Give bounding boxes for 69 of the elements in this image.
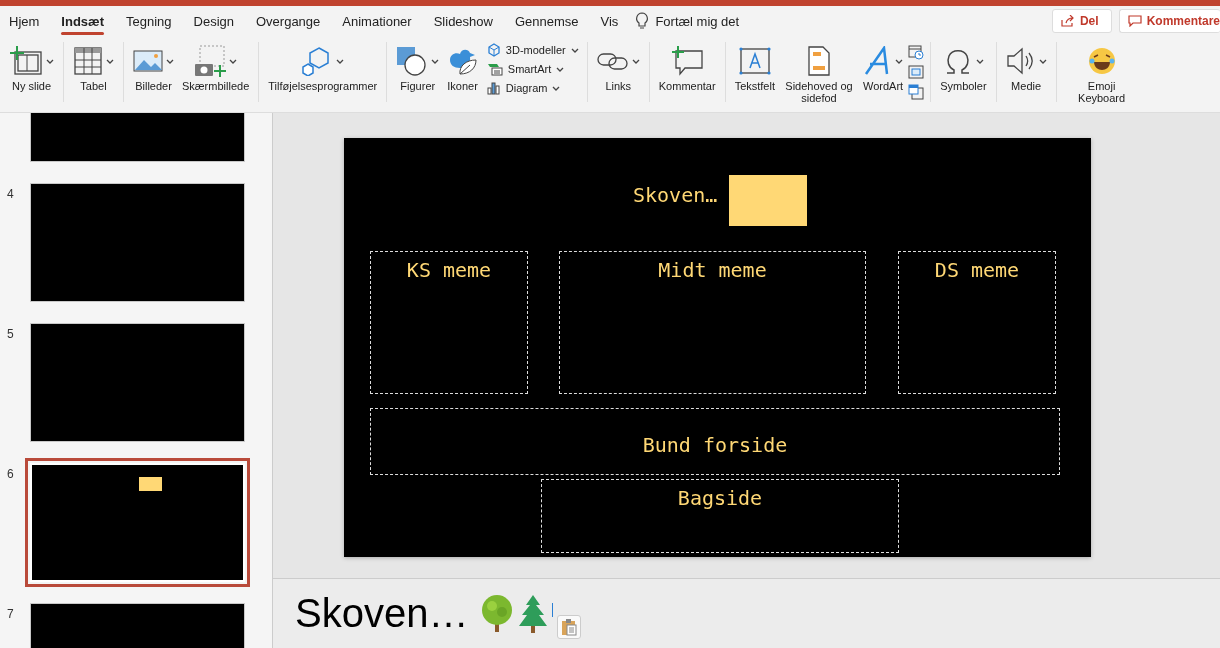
slide-number: 7 [7,607,14,621]
slide-number: 5 [7,327,14,341]
object-icon[interactable] [908,84,925,100]
ribbon-button[interactable]: Figurer [393,42,443,92]
ribbon-button[interactable]: Diagram [484,80,581,96]
ribbon-button[interactable]: 3D-modeller [484,42,581,58]
ribbon-button[interactable]: Tekstfelt [731,42,778,92]
text-placeholder[interactable]: Midt meme [559,251,866,394]
screenshot-icon [194,45,227,77]
ribbon-tab[interactable]: Hjem [0,6,53,36]
new-slide-icon [9,46,43,76]
clipboard-icon [561,617,578,636]
slide-number: 4 [7,187,14,201]
slide-number-icon[interactable] [908,64,925,80]
cube-icon [486,43,501,57]
ribbon-tab[interactable]: Overgange [247,6,334,36]
ribbon-button[interactable]: Kommentar [655,42,719,92]
ribbon-button[interactable]: Links [593,42,643,92]
ribbon-button[interactable]: Ny slide [6,42,57,92]
comments-button[interactable]: Kommentare [1118,9,1220,33]
caret-icon [556,66,565,72]
smartart-icon [486,62,503,76]
table-icon [73,46,103,76]
ribbon-tab[interactable]: Gennemse [505,6,592,36]
notes-text[interactable]: Skoven… [295,591,469,636]
ribbon-tab[interactable]: Indsæt [52,6,117,36]
slide-number: 6 [7,467,14,481]
ribbon-button[interactable]: Emoji Keyboard [1062,42,1141,104]
calendar-icon[interactable] [908,44,925,60]
text-placeholder[interactable]: Bund forside [370,408,1060,475]
ribbon-button[interactable]: Medie [1002,42,1050,92]
ribbon-tab[interactable]: Vis [591,6,632,36]
text-placeholder[interactable]: KS meme [370,251,528,394]
image-icon [133,48,163,74]
share-button[interactable]: Del [1051,9,1112,33]
ribbon-button[interactable]: SmartArt [484,61,581,77]
speaker-icon [1005,47,1036,75]
ribbon-button[interactable]: Ikoner [444,42,481,92]
ribbon-button[interactable]: Symboler [937,42,990,92]
ribbon-tab[interactable]: Tegning [116,6,185,36]
paste-options-button[interactable] [557,614,582,639]
text-box-icon [738,47,771,75]
ribbon-tab[interactable]: Design [184,6,247,36]
share-icon [1060,15,1075,27]
text-placeholder[interactable]: Bagside [541,479,899,553]
text-placeholder[interactable]: DS meme [898,251,1056,394]
comment-icon [1127,15,1142,27]
pine-tree-icon [518,593,549,634]
lightbulb-icon [635,12,650,30]
ribbon-tab[interactable]: Animationer [333,6,425,36]
slide-thumbnail[interactable] [30,323,245,442]
caret-icon [552,85,561,91]
shapes-icon [396,46,429,76]
ribbon-button[interactable]: Billeder [130,42,177,92]
tree-icon [480,593,515,634]
slide-thumbnail[interactable] [30,183,245,302]
comment-icon [671,46,704,76]
ribbon-button[interactable]: WordArt [860,42,907,92]
page-icon [807,46,831,76]
tell-me-search[interactable]: Fortæl mig det [655,13,740,29]
ribbon-button[interactable]: Tabel [70,42,117,92]
bar-chart-icon [486,81,501,95]
ribbon-button[interactable]: Sidehoved og sidefod [780,42,858,104]
caret-icon [570,47,579,53]
slide-title[interactable]: Skoven… [633,183,718,207]
ribbon-button[interactable]: Skærmbillede [179,42,253,92]
ribbon-tab[interactable]: Slideshow [424,6,506,36]
ribbon-button[interactable]: Tilføjelsesprogrammer [265,42,381,92]
laughing-face-icon [1087,47,1116,75]
